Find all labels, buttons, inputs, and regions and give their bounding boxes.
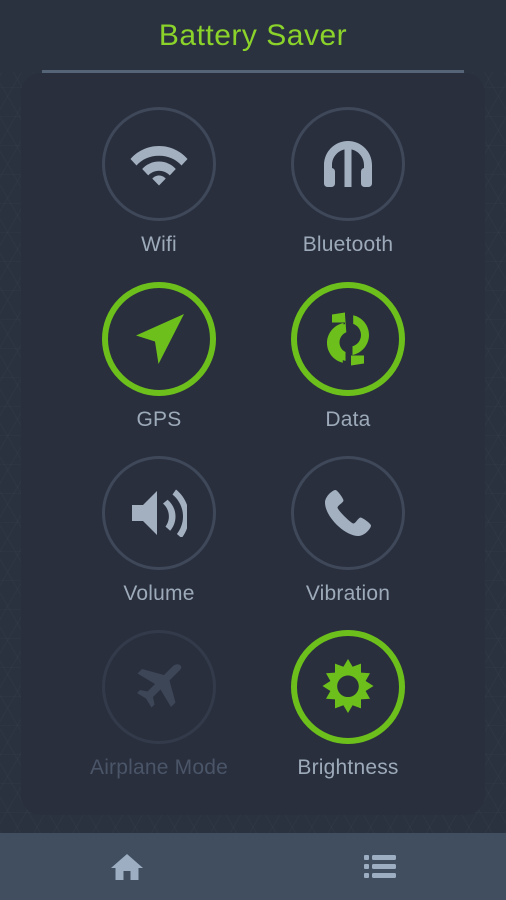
nav-home-button[interactable] [82, 833, 172, 900]
app-root: Battery Saver Wifi Bluetooth GPS Data Volume… [0, 0, 506, 900]
toggle-vibration-label: Vibration [305, 582, 391, 605]
page-title: Battery Saver [158, 19, 348, 52]
toggle-brightness[interactable]: Brightness [258, 630, 438, 778]
toggle-volume-label: Volume [123, 582, 195, 605]
toggle-gps-label: GPS [136, 408, 182, 431]
toggle-airplane-ring [102, 630, 216, 744]
toggle-grid: Wifi Bluetooth GPS Data Volume Vibration Airpl… [21, 73, 485, 815]
wifi-icon [130, 142, 188, 186]
toggle-data-ring [291, 282, 405, 396]
nav-list-button[interactable] [335, 833, 425, 900]
toggle-vibration-ring [291, 456, 405, 570]
home-icon [110, 852, 144, 882]
toggle-bluetooth[interactable]: Bluetooth [258, 107, 438, 255]
toggle-airplane: Airplane Mode [69, 630, 249, 778]
toggle-data-label: Data [325, 408, 371, 431]
bottom-navigation-bar [0, 833, 506, 900]
toggle-volume-ring [102, 456, 216, 570]
sun-icon [320, 659, 376, 715]
toggle-brightness-ring [291, 630, 405, 744]
toggle-bluetooth-ring [291, 107, 405, 221]
navigation-icon [131, 311, 187, 367]
toggle-vibration[interactable]: Vibration [258, 456, 438, 604]
toggles-card: Wifi Bluetooth GPS Data Volume Vibration Airpl… [21, 73, 485, 815]
list-icon [364, 854, 396, 880]
toggle-wifi-ring [102, 107, 216, 221]
toggle-airplane-label: Airplane Mode [89, 756, 228, 779]
speaker-icon [131, 489, 187, 537]
header-bar: Battery Saver [0, 0, 506, 72]
toggle-wifi-label: Wifi [141, 233, 177, 256]
toggle-data[interactable]: Data [258, 282, 438, 430]
toggle-brightness-label: Brightness [297, 756, 399, 779]
toggle-volume[interactable]: Volume [69, 456, 249, 604]
toggle-gps[interactable]: GPS [69, 282, 249, 430]
phone-icon [324, 489, 372, 537]
sync-icon [321, 312, 375, 366]
airplane-icon [133, 661, 185, 713]
toggle-wifi[interactable]: Wifi [69, 107, 249, 255]
toggle-bluetooth-label: Bluetooth [302, 233, 394, 256]
headphones-icon [323, 140, 373, 188]
header-divider [42, 70, 464, 73]
toggle-gps-ring [102, 282, 216, 396]
